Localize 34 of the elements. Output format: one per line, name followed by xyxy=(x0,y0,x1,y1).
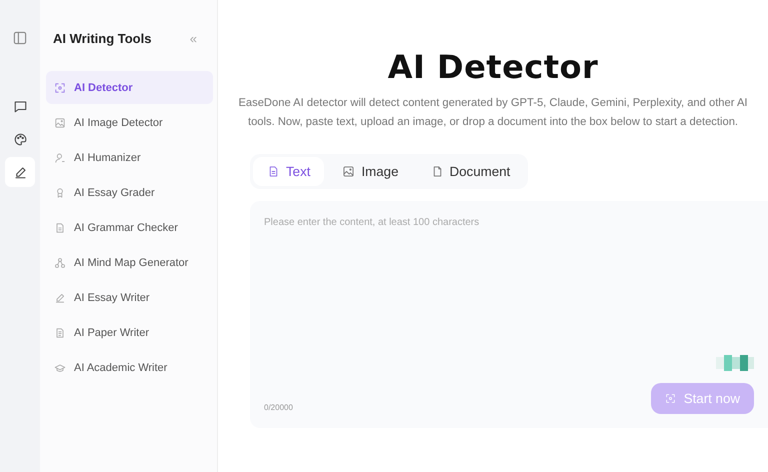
document-icon xyxy=(54,326,66,338)
mode-tab[interactable]: Document xyxy=(416,157,524,186)
rail-button[interactable] xyxy=(5,157,35,187)
scan-icon xyxy=(54,82,66,94)
sidebar-item[interactable]: AI Grammar Checker xyxy=(46,211,213,244)
node-graph-icon xyxy=(54,256,66,268)
pen-icon xyxy=(54,292,66,304)
palette-icon xyxy=(12,132,28,146)
pen-icon xyxy=(12,164,28,180)
award-icon xyxy=(54,186,66,198)
description: EaseDone AI detector will detect content generated by GPT-5, Claude, Gemini, Perplexity, and other AI tools. Now, paste text, upload an image, or drop a document into the box below to start a detection. xyxy=(238,96,748,130)
sidebar-item[interactable]: AI Humanizer xyxy=(46,141,213,174)
sidebar-item[interactable]: AI Detector xyxy=(46,71,213,104)
document-icon xyxy=(267,165,280,178)
graduation-cap-icon xyxy=(54,362,66,374)
sidebar-item[interactable]: AI Essay Writer xyxy=(46,281,213,314)
character-counter: 0/20000 xyxy=(264,403,293,412)
person-icon xyxy=(54,152,66,164)
sidebar-item[interactable]: AI Image Detector xyxy=(46,106,213,139)
image-icon xyxy=(54,116,66,128)
sidebar-toggle-icon xyxy=(12,30,28,46)
pixel-icon xyxy=(716,355,754,373)
image-icon xyxy=(342,165,356,178)
sidebar-item[interactable]: AI Academic Writer xyxy=(46,351,213,384)
chat-bubble-icon xyxy=(12,98,28,114)
sidebar-item[interactable]: AI Mind Map Generator xyxy=(46,246,213,279)
sidebar-item[interactable]: AI Paper Writer xyxy=(46,316,213,349)
page-title: AI Detector xyxy=(388,48,598,86)
sidebar-title: AI Writing Tools xyxy=(53,31,152,46)
scan-icon xyxy=(664,393,676,404)
document-icon xyxy=(54,222,66,234)
sidebar-item[interactable]: AI Essay Grader xyxy=(46,176,213,209)
mode-tab[interactable]: Image xyxy=(328,157,412,186)
mode-tab[interactable]: Text xyxy=(253,157,324,186)
